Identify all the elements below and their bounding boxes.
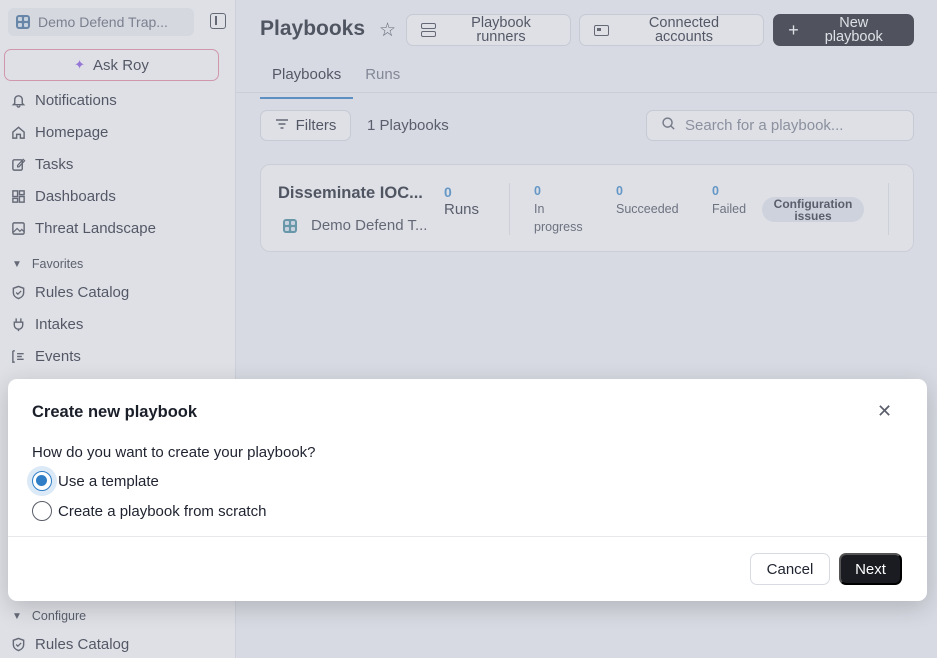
radio-unselected[interactable]: [32, 501, 52, 521]
dialog-question: How do you want to create your playbook?: [32, 444, 316, 461]
next-button[interactable]: Next: [839, 553, 902, 585]
create-playbook-dialog: Create new playbook ✕ How do you want to…: [8, 379, 927, 601]
cancel-button[interactable]: Cancel: [750, 553, 830, 585]
close-icon[interactable]: ✕: [877, 401, 892, 422]
option-from-scratch[interactable]: Create a playbook from scratch: [32, 499, 266, 523]
dialog-title: Create new playbook: [32, 403, 198, 421]
option-label: Use a template: [58, 472, 159, 490]
option-use-template[interactable]: Use a template: [32, 469, 159, 493]
dialog-divider: [8, 536, 927, 537]
option-label: Create a playbook from scratch: [58, 502, 267, 520]
radio-selected[interactable]: [32, 471, 52, 491]
